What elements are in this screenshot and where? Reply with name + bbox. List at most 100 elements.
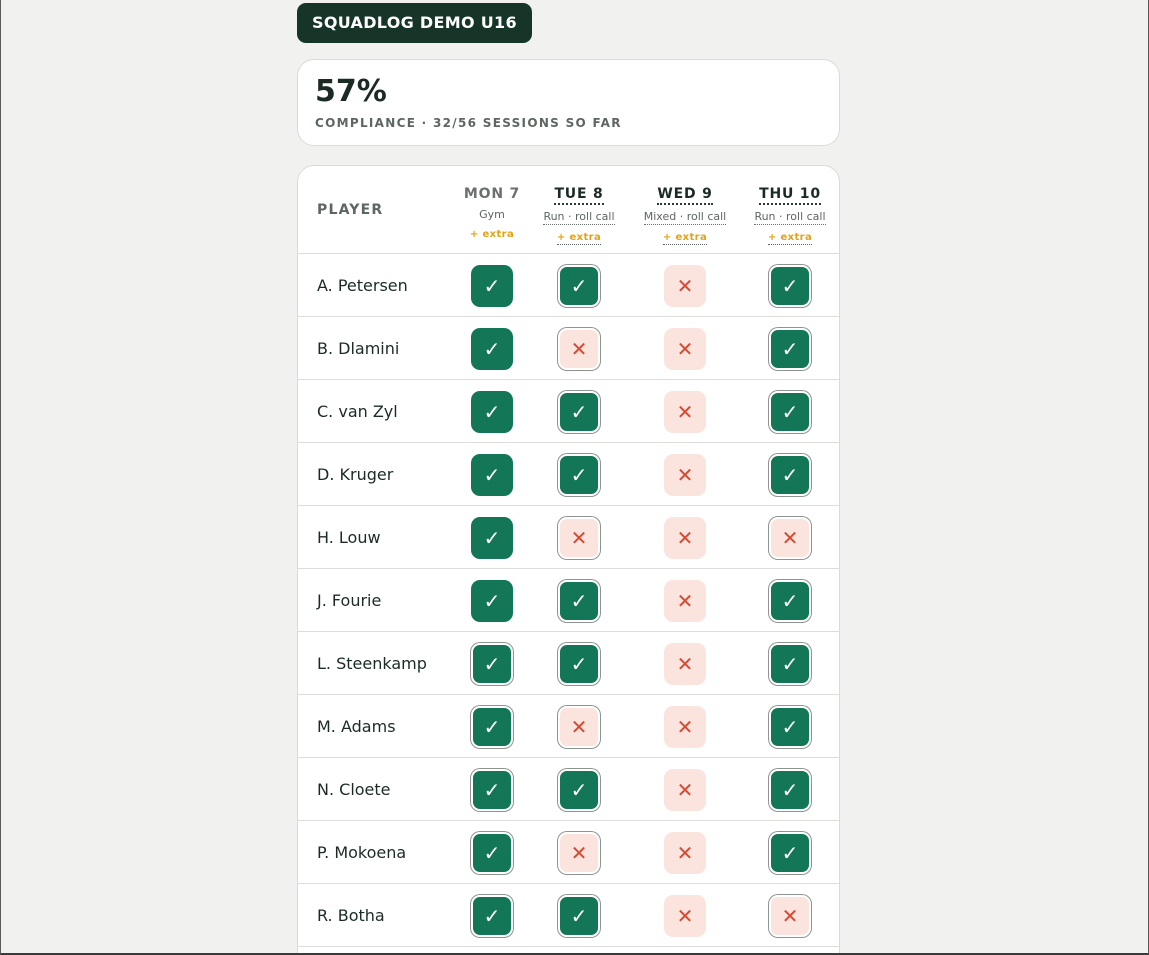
compliance-subtitle: COMPLIANCE · 32/56 SESSIONS SO FAR <box>315 116 622 130</box>
cross-icon: ✕ <box>676 337 694 361</box>
session-toggle[interactable]: ✓ <box>769 580 811 622</box>
session-toggle[interactable]: ✕ <box>558 832 600 874</box>
session-toggle[interactable]: ✓ <box>769 832 811 874</box>
session-toggle[interactable]: ✓ <box>471 706 513 748</box>
player-name: M. Adams <box>317 717 396 736</box>
check-icon: ✓ <box>483 400 501 424</box>
session-toggle[interactable]: ✕ <box>664 706 706 748</box>
cross-icon: ✕ <box>570 841 588 865</box>
session-toggle[interactable]: ✕ <box>558 706 600 748</box>
player-name: J. Fourie <box>317 591 382 610</box>
session-toggle[interactable]: ✓ <box>471 832 513 874</box>
session-toggle[interactable]: ✕ <box>664 832 706 874</box>
session-toggle[interactable]: ✓ <box>769 643 811 685</box>
player-row: N. Cloete ✓ ✓ ✕ ✓ <box>298 758 839 821</box>
player-name: A. Petersen <box>317 276 408 295</box>
session-toggle[interactable]: ✓ <box>769 265 811 307</box>
day-name: MON 7 <box>463 186 521 202</box>
session-toggle[interactable]: ✕ <box>664 643 706 685</box>
session-toggle[interactable]: ✓ <box>769 769 811 811</box>
player-row: M. Adams ✓ ✕ ✕ ✓ <box>298 695 839 758</box>
session-toggle[interactable]: ✕ <box>664 328 706 370</box>
session-toggle[interactable]: ✓ <box>471 391 513 433</box>
session-toggle[interactable]: ✕ <box>664 580 706 622</box>
session-toggle[interactable]: ✕ <box>664 454 706 496</box>
check-icon: ✓ <box>570 652 588 676</box>
session-toggle[interactable]: ✓ <box>558 769 600 811</box>
session-toggle[interactable]: ✕ <box>558 328 600 370</box>
session-toggle[interactable]: ✓ <box>558 265 600 307</box>
player-name: R. Botha <box>317 906 385 925</box>
session-toggle[interactable]: ✓ <box>769 391 811 433</box>
session-toggle[interactable]: ✓ <box>471 328 513 370</box>
check-icon: ✓ <box>570 400 588 424</box>
check-icon: ✓ <box>483 589 501 613</box>
cross-icon: ✕ <box>781 904 799 928</box>
session-toggle[interactable]: ✓ <box>471 580 513 622</box>
session-toggle[interactable]: ✕ <box>664 895 706 937</box>
session-toggle[interactable]: ✓ <box>558 895 600 937</box>
session-toggle[interactable]: ✓ <box>769 454 811 496</box>
check-icon: ✓ <box>781 652 799 676</box>
check-icon: ✓ <box>781 400 799 424</box>
add-extra-link[interactable]: + extra <box>662 231 708 245</box>
cross-icon: ✕ <box>570 337 588 361</box>
session-type[interactable]: Run · roll call <box>543 210 615 225</box>
player-row: L. Steenkamp ✓ ✓ ✕ ✓ <box>298 632 839 695</box>
day-name[interactable]: WED 9 <box>657 186 713 205</box>
check-icon: ✓ <box>483 778 501 802</box>
player-column-header: PLAYER <box>317 202 384 218</box>
session-toggle[interactable]: ✓ <box>558 454 600 496</box>
check-icon: ✓ <box>570 904 588 928</box>
player-name: N. Cloete <box>317 780 391 799</box>
compliance-summary-card: 57% COMPLIANCE · 32/56 SESSIONS SO FAR <box>297 59 840 146</box>
session-toggle[interactable]: ✓ <box>471 895 513 937</box>
day-name[interactable]: TUE 8 <box>554 186 604 205</box>
session-toggle[interactable]: ✕ <box>558 517 600 559</box>
day-name[interactable]: THU 10 <box>759 186 821 205</box>
check-icon: ✓ <box>483 652 501 676</box>
session-toggle[interactable]: ✓ <box>471 643 513 685</box>
player-row: J. Fourie ✓ ✓ ✕ ✓ <box>298 569 839 632</box>
session-toggle[interactable]: ✓ <box>558 391 600 433</box>
session-toggle[interactable]: ✓ <box>769 328 811 370</box>
session-type: Gym <box>479 208 505 221</box>
player-name: D. Kruger <box>317 465 394 484</box>
session-toggle[interactable]: ✕ <box>769 517 811 559</box>
session-toggle[interactable]: ✕ <box>664 265 706 307</box>
session-toggle[interactable]: ✕ <box>664 769 706 811</box>
session-toggle[interactable]: ✕ <box>664 517 706 559</box>
cross-icon: ✕ <box>676 841 694 865</box>
add-extra-link[interactable]: + extra <box>767 231 813 245</box>
player-row: B. Dlamini ✓ ✕ ✕ ✓ <box>298 317 839 380</box>
check-icon: ✓ <box>781 778 799 802</box>
cross-icon: ✕ <box>676 652 694 676</box>
compliance-percentage: 57% <box>315 74 387 109</box>
session-toggle[interactable]: ✓ <box>769 706 811 748</box>
team-name-badge[interactable]: SQUADLOG DEMO U16 <box>297 3 532 43</box>
cross-icon: ✕ <box>570 715 588 739</box>
cross-icon: ✕ <box>570 526 588 550</box>
session-toggle[interactable]: ✓ <box>558 580 600 622</box>
session-toggle[interactable]: ✓ <box>471 265 513 307</box>
player-name: B. Dlamini <box>317 339 400 358</box>
add-extra-link[interactable]: + extra <box>470 228 514 241</box>
check-icon: ✓ <box>570 463 588 487</box>
day-column-thu: THU 10 Run · roll call + extra <box>740 183 839 245</box>
session-type[interactable]: Run · roll call <box>754 210 826 225</box>
session-toggle[interactable]: ✓ <box>471 769 513 811</box>
session-type[interactable]: Mixed · roll call <box>643 210 727 225</box>
cross-icon: ✕ <box>676 904 694 928</box>
cross-icon: ✕ <box>676 715 694 739</box>
session-toggle[interactable]: ✕ <box>769 895 811 937</box>
session-toggle[interactable]: ✕ <box>664 391 706 433</box>
add-extra-link[interactable]: + extra <box>556 231 602 245</box>
session-toggle[interactable]: ✓ <box>471 517 513 559</box>
session-toggle[interactable]: ✓ <box>558 643 600 685</box>
check-icon: ✓ <box>483 337 501 361</box>
player-row: A. Petersen ✓ ✓ ✕ ✓ <box>298 254 839 317</box>
check-icon: ✓ <box>570 778 588 802</box>
check-icon: ✓ <box>483 526 501 550</box>
session-toggle[interactable]: ✓ <box>471 454 513 496</box>
check-icon: ✓ <box>781 463 799 487</box>
